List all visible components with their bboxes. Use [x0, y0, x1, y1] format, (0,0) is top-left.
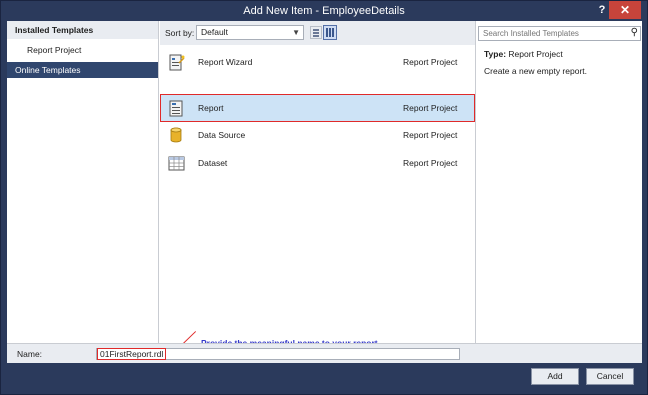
report-icon — [169, 100, 183, 117]
sort-by-dropdown[interactable]: Default ▼ — [196, 25, 304, 40]
template-name: Dataset — [198, 158, 228, 168]
online-templates-item[interactable]: Online Templates — [7, 62, 158, 78]
dialog-body: Installed Templates Report Project Onlin… — [7, 21, 642, 363]
template-name: Report — [198, 103, 224, 113]
template-categories-pane: Installed Templates Report Project Onlin… — [7, 21, 159, 343]
sort-by-value: Default — [201, 27, 228, 37]
chevron-down-icon: ▼ — [292, 28, 300, 37]
template-row-dataset[interactable]: Dataset Report Project — [160, 149, 475, 177]
template-list: Report Wizard Report Project Report Repo… — [160, 46, 475, 343]
type-value: Report Project — [508, 49, 563, 59]
report-wizard-icon — [169, 54, 185, 71]
template-row-report[interactable]: Report Report Project — [160, 94, 475, 122]
sort-by-label: Sort by: — [165, 28, 195, 38]
template-category: Report Project — [403, 57, 458, 67]
name-bar: Name: 01FirstReport.rdl — [7, 343, 642, 363]
template-name: Data Source — [198, 130, 246, 140]
name-field[interactable]: 01FirstReport.rdl — [96, 348, 460, 360]
template-type: Type: Report Project — [484, 49, 563, 59]
dataset-icon — [168, 156, 185, 171]
list-view-icon[interactable] — [310, 26, 322, 39]
add-button[interactable]: Add — [531, 368, 579, 385]
close-button[interactable]: ✕ — [609, 1, 641, 19]
name-label: Name: — [17, 349, 43, 359]
template-row-data-source[interactable]: Data Source Report Project — [160, 121, 475, 149]
template-category: Report Project — [403, 158, 458, 168]
data-source-icon — [170, 127, 182, 143]
details-view-icon[interactable] — [323, 25, 337, 40]
search-icon[interactable]: ⚲ — [631, 27, 638, 38]
name-value: 01FirstReport.rdl — [97, 348, 167, 360]
cancel-button[interactable]: Cancel — [586, 368, 634, 385]
template-row-report-wizard[interactable]: Report Wizard Report Project — [160, 48, 475, 76]
template-name: Report Wizard — [198, 57, 253, 67]
sort-toolbar: Sort by: Default ▼ — [160, 21, 475, 45]
dialog-title: Add New Item - EmployeeDetails — [243, 5, 405, 17]
add-new-item-dialog: Add New Item - EmployeeDetails ? ✕ Insta… — [0, 0, 648, 395]
help-button[interactable]: ? — [595, 1, 609, 19]
dialog-button-bar: Add Cancel — [7, 363, 642, 390]
template-description: Create a new empty report. — [484, 66, 587, 76]
search-input[interactable] — [478, 26, 641, 41]
type-label: Type: — [484, 49, 507, 59]
template-category: Report Project — [403, 103, 458, 113]
template-category: Report Project — [403, 130, 458, 140]
installed-templates-header[interactable]: Installed Templates — [7, 21, 158, 39]
template-details-pane: ⚲ Type: Report Project Create a new empt… — [475, 21, 642, 343]
dialog-titlebar: Add New Item - EmployeeDetails ? ✕ — [1, 1, 647, 21]
category-report-project[interactable]: Report Project — [27, 43, 81, 57]
